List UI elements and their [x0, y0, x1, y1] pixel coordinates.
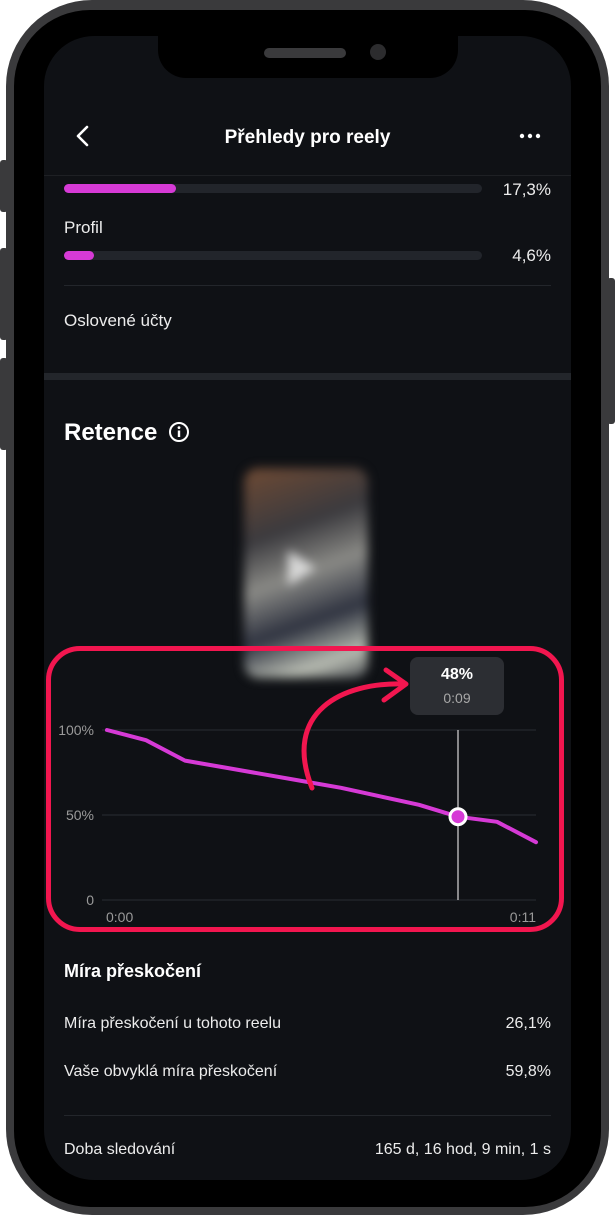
profile-label: Profil — [64, 218, 103, 237]
watch-time-label: Doba sledování — [64, 1141, 176, 1158]
watch-time-value: 165 d, 16 hod, 9 min, 1 s — [374, 1141, 551, 1158]
volume-down-button — [0, 358, 8, 450]
front-camera — [370, 44, 386, 60]
top-bar: Přehledy pro reely — [44, 106, 571, 166]
speaker-grille — [264, 48, 346, 58]
divider — [64, 1115, 551, 1116]
reach-bar-fill — [64, 184, 177, 193]
profile-percent: 4,6% — [512, 246, 551, 265]
volume-up-button — [0, 248, 8, 340]
silent-switch — [0, 160, 8, 212]
skip-rate-reel-label: Míra přeskočení u tohoto reelu — [64, 1015, 282, 1032]
header-divider — [44, 175, 571, 176]
reach-percent: 17,3% — [502, 180, 551, 199]
play-icon — [288, 550, 316, 586]
skip-rate-reel-value: 26,1% — [505, 1015, 551, 1032]
profile-bar-fill — [64, 251, 94, 260]
retention-title: Retence — [64, 419, 158, 446]
more-options-icon[interactable] — [516, 124, 544, 148]
highlight-box — [46, 646, 564, 932]
skip-rate-usual-value: 59,8% — [505, 1063, 551, 1080]
page-title: Přehledy pro reely — [224, 127, 391, 148]
section-divider — [44, 373, 571, 380]
info-icon[interactable] — [168, 421, 190, 443]
notch — [158, 36, 458, 78]
power-button — [607, 278, 615, 424]
reached-accounts-label[interactable]: Oslovené účty — [64, 311, 172, 331]
skip-rate-usual-label: Vaše obvyklá míra přeskočení — [64, 1063, 278, 1080]
reach-bar-track — [64, 184, 482, 193]
divider — [64, 285, 551, 286]
skip-rate-title: Míra přeskočení — [64, 961, 202, 981]
screen: Přehledy pro reely 17,3% Profil 4,6% Osl… — [44, 36, 571, 1180]
profile-bar-track — [64, 251, 482, 260]
